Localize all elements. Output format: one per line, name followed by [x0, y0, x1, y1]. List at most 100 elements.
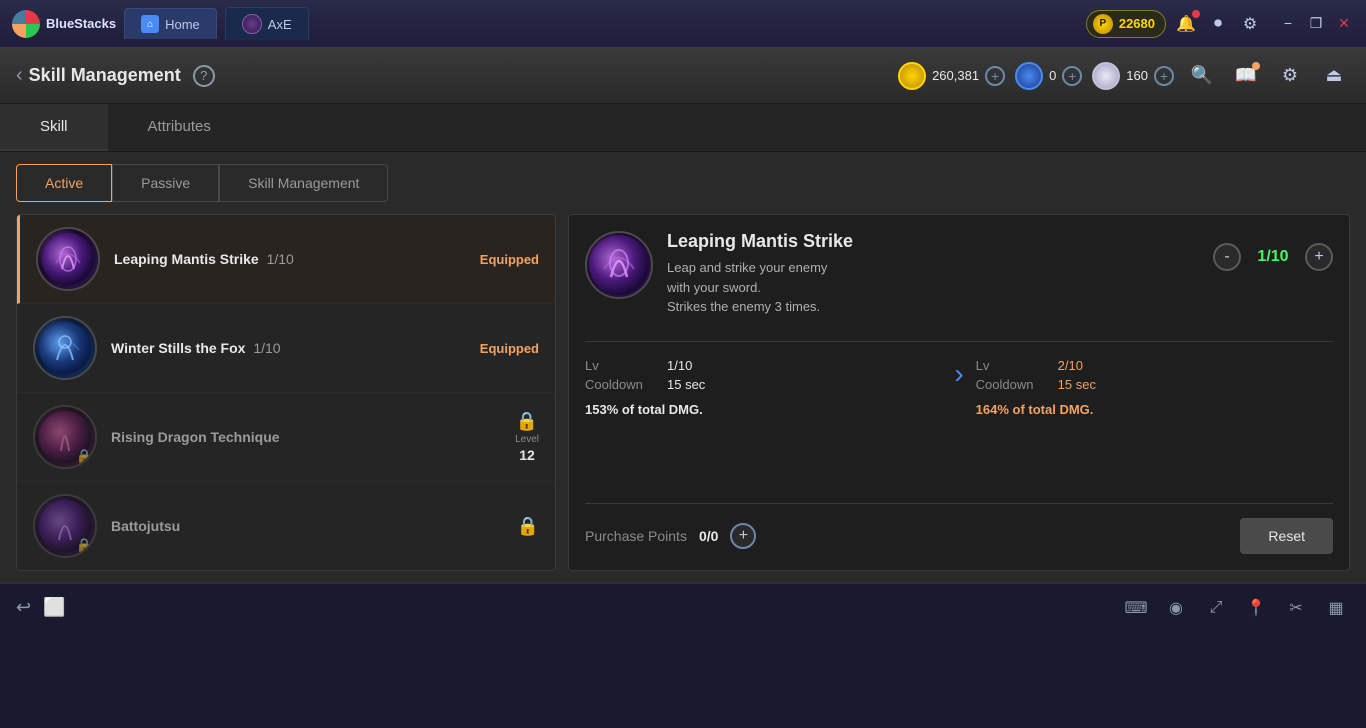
tab-skill[interactable]: Skill	[0, 104, 108, 151]
detail-text-area: Leaping Mantis Strike Leap and strike yo…	[667, 231, 1199, 317]
camera-icon[interactable]: ◉	[1162, 598, 1190, 618]
skill-badge-area-winter: Equipped	[480, 341, 539, 356]
home-tab-icon: ⌂	[141, 15, 159, 33]
tab-home-label: Home	[165, 17, 200, 32]
search-button[interactable]: 🔍	[1186, 60, 1218, 92]
gear-button[interactable]: ⚙	[1274, 60, 1306, 92]
next-stats: Lv 2/10 Cooldown 15 sec 164% of total DM…	[976, 358, 1333, 417]
skill-detail-panel: Leaping Mantis Strike Leap and strike yo…	[568, 214, 1350, 571]
tab-axe-label: AxE	[268, 17, 292, 32]
maximize-button[interactable]: ❐	[1306, 15, 1326, 32]
expand-icon[interactable]: ⤢	[1202, 598, 1230, 618]
notification-button[interactable]: 🔔	[1174, 12, 1198, 36]
purchase-add-button[interactable]: +	[730, 523, 756, 549]
window-controls: − ❐ ✕	[1278, 15, 1354, 32]
purchase-value: 0/0	[699, 528, 718, 544]
keyboard-icon[interactable]: ⌨	[1122, 598, 1150, 618]
bottom-bar: ↩ ⬜ ⌨ ◉ ⤢ 📍 ✂ ▦	[0, 583, 1366, 631]
skill-badge-area-rising: 🔒 Level 12	[515, 411, 539, 463]
scissors-icon[interactable]: ✂	[1282, 598, 1310, 618]
level-display: 1/10	[1253, 248, 1293, 266]
arrow-divider: ›	[942, 358, 975, 390]
subtab-active[interactable]: Active	[16, 164, 112, 202]
gold-value: 260,381	[932, 68, 979, 83]
bottom-right-icons: ⌨ ◉ ⤢ 📍 ✂ ▦	[1122, 598, 1350, 618]
bluestacks-logo: BlueStacks	[12, 10, 116, 38]
help-button[interactable]: ?	[193, 65, 215, 87]
lv-label-current: Lv	[585, 358, 655, 373]
bluestacks-logo-text: BlueStacks	[46, 16, 116, 31]
logout-button[interactable]: ⏏	[1318, 60, 1350, 92]
subtab-skill-management[interactable]: Skill Management	[219, 164, 388, 202]
skill-panels: Leaping Mantis Strike 1/10 Equipped	[0, 202, 1366, 583]
skill-item-leaping-mantis[interactable]: Leaping Mantis Strike 1/10 Equipped	[17, 215, 555, 304]
notif-dot	[1192, 10, 1200, 18]
dmg-next: 164% of total DMG.	[976, 402, 1333, 417]
detail-footer: Purchase Points 0/0 + Reset	[585, 503, 1333, 554]
minimize-button[interactable]: −	[1278, 15, 1298, 32]
skill-info-winter: Winter Stills the Fox 1/10	[111, 340, 466, 356]
skill-icon-winter	[33, 316, 97, 380]
blue-add-button[interactable]: +	[1062, 66, 1082, 86]
lv-value-current: 1/10	[667, 358, 692, 373]
dmg-current: 153% of total DMG.	[585, 402, 942, 417]
skill-icon-rising: 🔒	[33, 405, 97, 469]
lock-icon-rising: 🔒	[516, 411, 538, 432]
skill-icon-leaping-mantis	[36, 227, 100, 291]
skill-icon-battojutsu: 🔒	[33, 494, 97, 558]
lock-icon-battojutsu: 🔒	[517, 516, 539, 537]
white-add-button[interactable]: +	[1154, 66, 1174, 86]
level-decrease-button[interactable]: -	[1213, 243, 1241, 271]
white-icon	[1092, 62, 1120, 90]
tab-home[interactable]: ⌂ Home	[124, 8, 217, 39]
settings-button[interactable]: ⚙	[1238, 12, 1262, 36]
close-button[interactable]: ✕	[1334, 15, 1354, 32]
game-header: ‹ Skill Management ? 260,381 + 0 + 160 +…	[0, 48, 1366, 104]
skill-badge-area-leaping: Equipped	[480, 252, 539, 267]
coin-badge: P 22680	[1086, 10, 1166, 38]
white-value: 160	[1126, 68, 1148, 83]
back-button[interactable]: ‹ Skill Management	[16, 64, 181, 87]
skill-info-rising: Rising Dragon Technique	[111, 429, 501, 445]
tab-attributes[interactable]: Attributes	[108, 104, 251, 151]
reset-button[interactable]: Reset	[1240, 518, 1333, 554]
main-tabs: Skill Attributes	[0, 104, 1366, 152]
subtab-passive[interactable]: Passive	[112, 164, 219, 202]
game-area: Skill Attributes Active Passive Skill Ma…	[0, 104, 1366, 583]
skill-lock-overlay-battojutsu: 🔒	[76, 537, 93, 554]
lv-value-next: 2/10	[1058, 358, 1083, 373]
skill-item-rising[interactable]: 🔒 Rising Dragon Technique 🔒 Level 12	[17, 393, 555, 482]
home-system-button[interactable]: ⬜	[43, 597, 65, 618]
white-currency: 160 +	[1092, 62, 1174, 90]
grid-icon[interactable]: ▦	[1322, 598, 1350, 618]
record-button[interactable]: ⏺	[1206, 12, 1230, 36]
location-icon[interactable]: 📍	[1242, 598, 1270, 618]
skill-item-battojutsu[interactable]: 🔒 Battojutsu 🔒	[17, 482, 555, 570]
detail-divider	[585, 341, 1333, 342]
coin-icon: P	[1093, 14, 1113, 34]
lv-label-next: Lv	[976, 358, 1046, 373]
subtabs: Active Passive Skill Management	[0, 152, 1366, 202]
skill-lock-overlay-rising: 🔒	[76, 448, 93, 465]
bluestacks-logo-icon	[12, 10, 40, 38]
cooldown-value-current: 15 sec	[667, 377, 705, 392]
skill-info-leaping: Leaping Mantis Strike 1/10	[114, 251, 466, 267]
skill-item-winter[interactable]: Winter Stills the Fox 1/10 Equipped	[17, 304, 555, 393]
detail-level-control: - 1/10 +	[1213, 243, 1333, 271]
detail-stats: Lv 1/10 Cooldown 15 sec 153% of total DM…	[585, 358, 1333, 417]
book-button[interactable]: 📖	[1230, 60, 1262, 92]
gold-add-button[interactable]: +	[985, 66, 1005, 86]
currency-group: 260,381 + 0 + 160 +	[898, 62, 1174, 90]
gold-icon	[898, 62, 926, 90]
detail-description: Leap and strike your enemy with your swo…	[667, 258, 1199, 317]
equipped-badge-winter: Equipped	[480, 341, 539, 356]
cooldown-label-next: Cooldown	[976, 377, 1046, 392]
purchase-label: Purchase Points	[585, 528, 687, 544]
back-system-button[interactable]: ↩	[16, 597, 31, 618]
level-increase-button[interactable]: +	[1305, 243, 1333, 271]
skill-list-panel: Leaping Mantis Strike 1/10 Equipped	[16, 214, 556, 571]
gold-currency: 260,381 +	[898, 62, 1005, 90]
blue-icon	[1015, 62, 1043, 90]
tab-axe[interactable]: AxE	[225, 7, 309, 40]
detail-skill-icon	[585, 231, 653, 299]
